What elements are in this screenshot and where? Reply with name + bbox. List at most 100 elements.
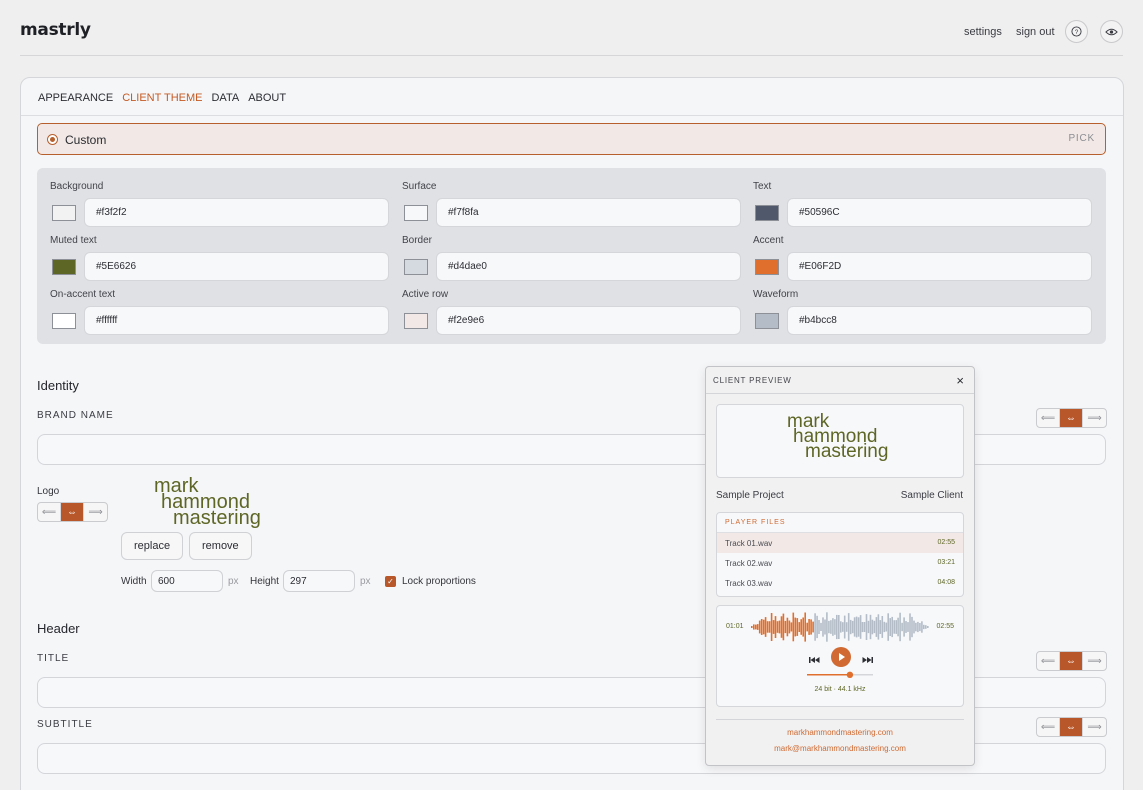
color-swatch[interactable] [404,259,428,275]
eye-icon [1105,28,1118,35]
waveform-bar [859,615,862,639]
email-link[interactable]: mark@markhammondmastering.com [706,744,974,753]
close-icon[interactable]: × [956,373,964,388]
color-swatch[interactable] [755,313,779,329]
align-center-icon[interactable]: ⇔ [61,503,84,521]
waveform-bar [808,619,810,635]
replace-logo-button[interactable]: replace [121,532,184,560]
waveform-bar [849,619,852,635]
preview-toggle-button[interactable] [1100,20,1123,43]
waveform-bar [766,621,769,633]
top-bar: mastrly settings sign out ? [20,0,1123,56]
sign-out-link[interactable]: sign out [1016,26,1055,38]
color-hex-input[interactable] [436,306,741,335]
color-label: Waveform [753,289,799,300]
settings-link[interactable]: settings [964,26,1002,38]
preview-project-name: Sample Project [716,490,784,501]
remove-logo-button[interactable]: remove [189,532,252,560]
color-hex-input[interactable] [84,252,389,281]
waveform-bar [921,621,923,633]
waveform-bar [840,621,842,633]
waveform-bar [800,619,802,635]
volume-slider[interactable] [807,670,873,680]
color-swatch[interactable] [52,313,76,329]
client-preview-panel: CLIENT PREVIEW × mark hammond mastering … [705,366,975,766]
color-hex-input[interactable] [787,198,1092,227]
color-swatch[interactable] [755,205,779,221]
color-swatch[interactable] [755,259,779,275]
color-swatch[interactable] [52,259,76,275]
waveform-bar [832,618,834,636]
waveform-bar [917,621,919,633]
help-button[interactable]: ? [1065,20,1088,43]
color-hex-input[interactable] [84,198,389,227]
color-hex-input[interactable] [84,306,389,335]
height-input[interactable]: 297 [283,570,355,592]
width-label: Width [121,576,147,587]
waveform-bar [756,624,759,630]
app-logo[interactable]: mastrly [20,20,91,40]
volume-fill [807,674,850,676]
waveform-bar [879,620,882,634]
waveform-bar [790,622,793,632]
preview-logo: mark hammond mastering [787,412,888,462]
color-swatch[interactable] [52,205,76,221]
custom-radio[interactable] [47,134,58,145]
color-hex-input[interactable] [436,198,741,227]
tab-client-theme[interactable]: CLIENT THEME [122,92,202,104]
align-left-icon[interactable]: ⟸ [1037,652,1060,670]
settings-tabs: APPEARANCE CLIENT THEME DATA ABOUT [38,92,286,104]
waveform-bar [786,617,789,637]
waveform-bar [853,617,856,637]
align-left-icon[interactable]: ⟸ [1037,718,1060,736]
track-duration: 03:21 [937,559,955,566]
color-swatch[interactable] [404,313,428,329]
align-center-icon[interactable]: ⇔ [1060,718,1083,736]
width-input[interactable]: 600 [151,570,223,592]
align-center-icon[interactable]: ⇔ [1060,652,1083,670]
theme-option-custom[interactable]: Custom PICK [37,123,1106,155]
identity-section-title: Identity [37,378,79,393]
pick-button[interactable]: PICK [1068,133,1095,144]
align-right-icon[interactable]: ⟹ [1083,652,1106,670]
waveform[interactable] [751,611,929,643]
previous-icon[interactable] [809,656,821,664]
waveform-bar [909,613,911,641]
lock-proportions-checkbox[interactable]: ✓ [385,576,396,587]
color-hex-input[interactable] [436,252,741,281]
waveform-bar [857,617,860,637]
color-label: Border [402,235,433,246]
website-link[interactable]: markhammondmastering.com [706,728,974,737]
waveform-bar [804,612,806,642]
header-section-title: Header [37,621,80,636]
tab-appearance[interactable]: APPEARANCE [38,92,113,104]
track-row[interactable]: Track 03.wav 04:08 [717,573,963,593]
color-hex-input[interactable] [787,252,1092,281]
lock-proportions-label: Lock proportions [402,576,476,587]
waveform-bar [764,617,767,637]
track-row[interactable]: Track 02.wav 03:21 [717,553,963,573]
color-hex-input[interactable] [787,306,1092,335]
tab-data[interactable]: DATA [211,92,239,104]
waveform-bar [818,620,820,634]
title-label: TITLE [37,653,70,664]
tab-about[interactable]: ABOUT [248,92,286,104]
waveform-bar [867,620,870,634]
color-grid: Background Surface Text Muted text Borde… [37,168,1106,344]
waveform-bar [865,614,868,640]
waveform-bar [824,619,826,635]
preview-footer-divider [716,719,964,720]
waveform-bar [903,617,905,637]
align-right-icon[interactable]: ⟹ [1083,718,1106,736]
color-swatch[interactable] [404,205,428,221]
waveform-bar [772,620,775,634]
align-center-icon[interactable]: ⇔ [1060,409,1083,427]
play-button[interactable] [831,647,851,667]
align-right-icon[interactable]: ⟹ [1083,409,1106,427]
align-left-icon[interactable]: ⟸ [38,503,61,521]
next-icon[interactable] [861,656,873,664]
track-row[interactable]: Track 01.wav 02:55 [717,533,963,553]
align-left-icon[interactable]: ⟸ [1037,409,1060,427]
waveform-bar [798,622,801,632]
align-right-icon[interactable]: ⟹ [84,503,107,521]
